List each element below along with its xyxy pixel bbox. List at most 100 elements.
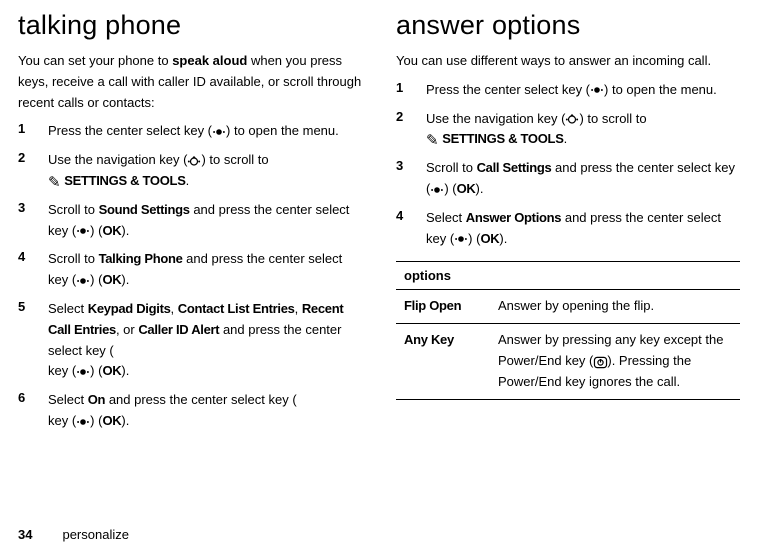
step-body: Select Keypad Digits, Contact List Entri… (48, 299, 362, 382)
table-row: Any Key Answer by pressing any key excep… (396, 324, 740, 399)
step-body: Use the navigation key ( ) to scroll to ✎… (426, 109, 740, 151)
text: Scroll to (48, 251, 99, 266)
step-number: 5 (18, 299, 48, 382)
step-body: Scroll to Sound Settings and press the c… (48, 200, 362, 242)
text: Select (48, 392, 88, 407)
menu-item: Keypad Digits (88, 301, 171, 316)
nav-key-icon (565, 113, 579, 125)
step-number: 4 (18, 249, 48, 291)
text: ) to scroll to (201, 152, 268, 167)
menu-item: Talking Phone (99, 251, 183, 266)
step-number: 3 (18, 200, 48, 242)
text: Press the center select key ( (48, 123, 212, 138)
center-select-icon (430, 184, 444, 196)
page-footer: 34personalize (18, 527, 129, 542)
text: Use the navigation key ( (426, 111, 565, 126)
step-body: Select Answer Options and press the cent… (426, 208, 740, 250)
step-body: Scroll to Talking Phone and press the ce… (48, 249, 362, 291)
center-select-icon (590, 84, 604, 96)
text: ) ( (90, 363, 102, 378)
step-number: 3 (396, 158, 426, 200)
ok-label: OK (480, 231, 499, 246)
text: ) ( (90, 223, 102, 238)
text: . (564, 131, 568, 146)
step-body: Press the center select key ( ) to open t… (48, 121, 362, 142)
option-desc: Answer by opening the flip. (490, 290, 740, 324)
text: Select (48, 301, 88, 316)
option-desc: Answer by pressing any key except the Po… (490, 324, 740, 399)
step-body: Press the center select key ( ) to open t… (426, 80, 740, 101)
center-select-icon (76, 275, 90, 287)
option-name: Any Key (404, 332, 454, 347)
ok-label: OK (102, 272, 121, 287)
tools-icon: ✎ (426, 133, 439, 148)
center-select-icon (212, 126, 226, 138)
menu-item: On (88, 392, 105, 407)
menu-path: SETTINGS & TOOLS (442, 131, 563, 146)
menu-item: Sound Settings (99, 202, 190, 217)
text: ). (499, 231, 507, 246)
step-number: 1 (18, 121, 48, 142)
step-number: 2 (396, 109, 426, 151)
left-column: talking phone You can set your phone to … (18, 10, 362, 440)
center-select-icon (76, 225, 90, 237)
menu-item: Call Settings (477, 160, 552, 175)
right-intro: You can use different ways to answer an … (396, 51, 740, 72)
text: Scroll to (426, 160, 477, 175)
option-name: Flip Open (404, 298, 461, 313)
step-number: 6 (18, 390, 48, 432)
center-select-icon (76, 416, 90, 428)
step-body: Use the navigation key ( ) to scroll to ✎… (48, 150, 362, 192)
center-select-icon (454, 233, 468, 245)
menu-path: SETTINGS & TOOLS (64, 173, 185, 188)
power-end-icon (593, 356, 607, 368)
text: key ( (48, 413, 76, 428)
text: , (171, 301, 178, 316)
bold-text: speak aloud (172, 53, 247, 68)
menu-item: Answer Options (466, 210, 561, 225)
nav-key-icon (187, 155, 201, 167)
text: ) to open the menu. (604, 82, 717, 97)
tools-icon: ✎ (48, 175, 61, 190)
step-body: Select On and press the center select ke… (48, 390, 362, 432)
ok-label: OK (457, 181, 476, 196)
text: ). (121, 363, 129, 378)
text: ). (121, 272, 129, 287)
step-body: Scroll to Call Settings and press the ce… (426, 158, 740, 200)
text: , or (116, 322, 138, 337)
text: You can set your phone to (18, 53, 172, 68)
text: . (186, 173, 190, 188)
options-table: options Flip Open Answer by opening the … (396, 261, 740, 399)
text: ) ( (468, 231, 480, 246)
text: key ( (48, 363, 76, 378)
text: ). (476, 181, 484, 196)
text: ) to open the menu. (226, 123, 339, 138)
text: ). (121, 413, 129, 428)
text: ) ( (90, 272, 102, 287)
text: ) ( (444, 181, 456, 196)
menu-item: Caller ID Alert (138, 322, 219, 337)
text: ). (121, 223, 129, 238)
step-number: 4 (396, 208, 426, 250)
text: Select (426, 210, 466, 225)
page-number: 34 (18, 527, 32, 542)
left-heading: talking phone (18, 10, 362, 41)
text: Press the center select key ( (426, 82, 590, 97)
ok-label: OK (102, 363, 121, 378)
options-header: options (396, 262, 740, 290)
right-heading: answer options (396, 10, 740, 41)
text: Use the navigation key ( (48, 152, 187, 167)
text: , (295, 301, 302, 316)
ok-label: OK (102, 413, 121, 428)
text: ) to scroll to (579, 111, 646, 126)
step-number: 2 (18, 150, 48, 192)
text: ) ( (90, 413, 102, 428)
ok-label: OK (102, 223, 121, 238)
text: Scroll to (48, 202, 99, 217)
text: and press the center select key ( (105, 392, 296, 407)
left-intro: You can set your phone to speak aloud wh… (18, 51, 362, 113)
center-select-icon (76, 366, 90, 378)
menu-item: Contact List Entries (178, 301, 295, 316)
left-steps: 1 Press the center select key ( ) to open… (18, 121, 362, 431)
table-row: Flip Open Answer by opening the flip. (396, 290, 740, 324)
